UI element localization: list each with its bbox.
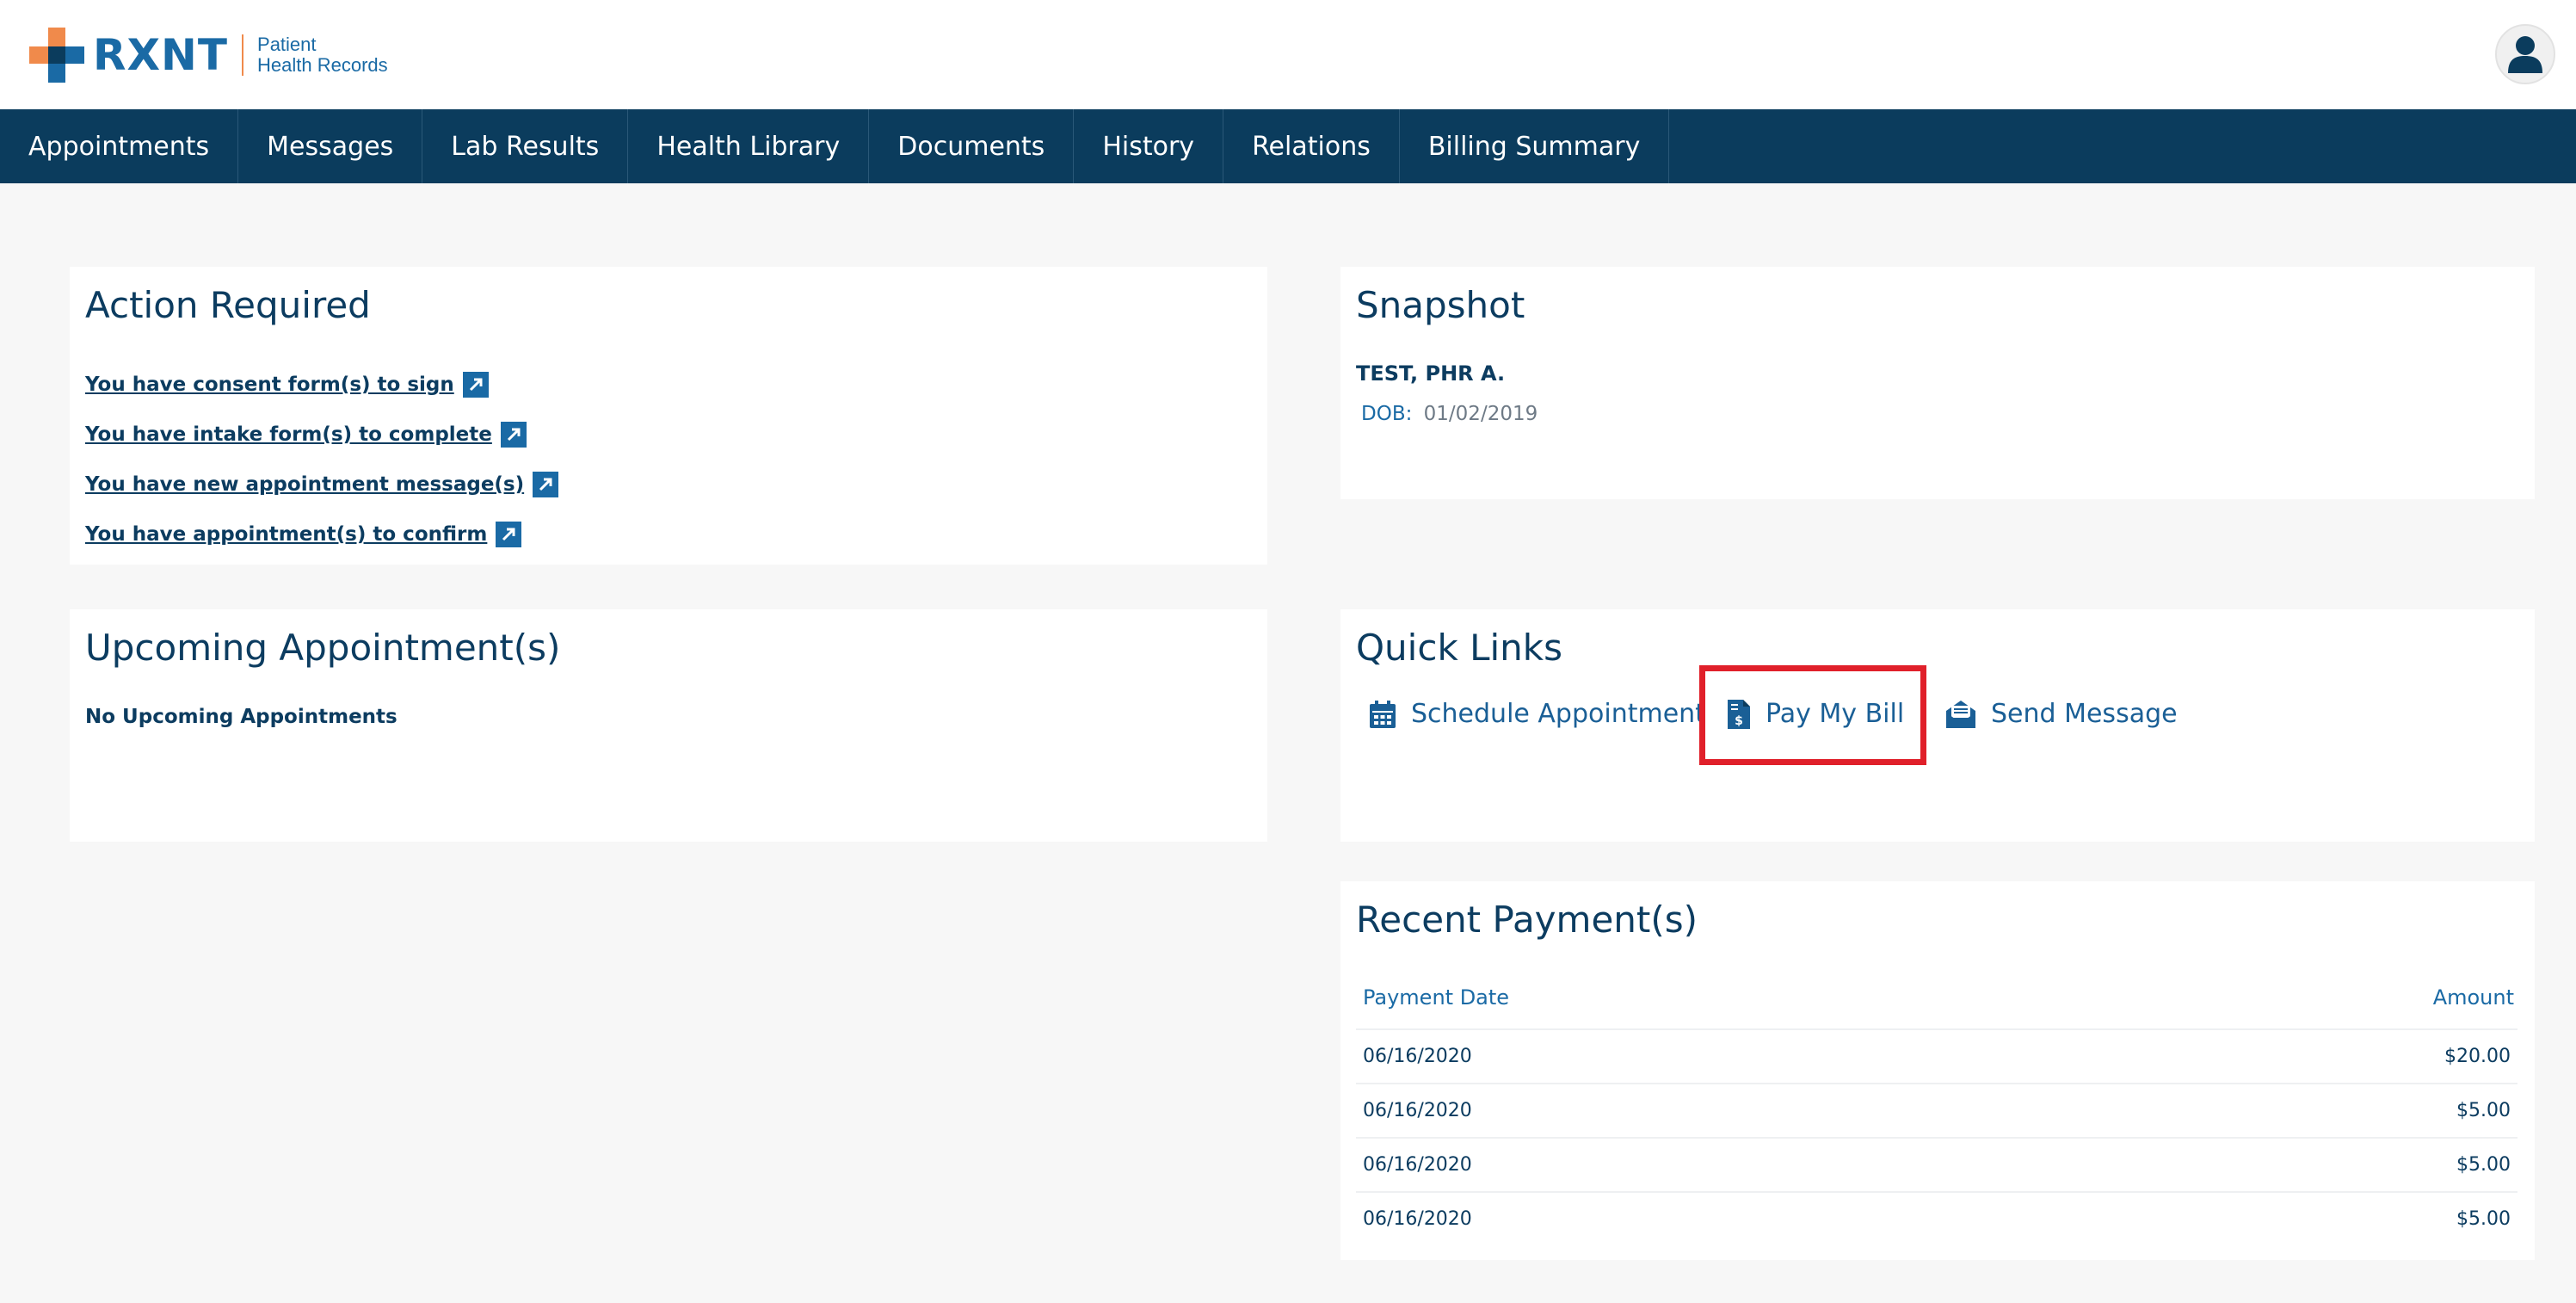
logo-subtitle-line1: Patient [257, 34, 317, 55]
consent-forms-link-label: You have consent form(s) to sign [85, 374, 454, 396]
confirm-appointments-link-label: You have appointment(s) to confirm [85, 523, 488, 546]
logo-subtitle-line2: Health Records [257, 54, 388, 76]
payments-table-header: Payment Date Amount [1363, 985, 2514, 1010]
dob-label: DOB: [1361, 403, 1413, 425]
intake-forms-link-label: You have intake form(s) to complete [85, 423, 492, 446]
no-appointments-text: No Upcoming Appointments [85, 706, 397, 728]
payment-amount-cell: $20.00 [2444, 1046, 2511, 1067]
action-required-title: Action Required [85, 284, 371, 326]
nav-health-library[interactable]: Health Library [628, 109, 870, 183]
invoice-dollar-icon: $ [1728, 699, 1750, 729]
appointment-messages-link[interactable]: You have new appointment message(s) [85, 472, 559, 497]
table-row: 06/16/2020 $5.00 [1356, 1191, 2517, 1245]
nav-history[interactable]: History [1074, 109, 1224, 183]
pay-my-bill-label: Pay My Bill [1766, 699, 1905, 729]
upcoming-appointments-title: Upcoming Appointment(s) [85, 627, 561, 669]
appointment-messages-link-label: You have new appointment message(s) [85, 473, 525, 496]
payment-amount-cell: $5.00 [2456, 1208, 2511, 1230]
payment-date-cell: 06/16/2020 [1363, 1208, 1472, 1230]
nav-relations[interactable]: Relations [1223, 109, 1400, 183]
send-message-link[interactable]: Send Message [1946, 699, 2178, 729]
nav-messages[interactable]: Messages [238, 109, 423, 183]
nav-documents[interactable]: Documents [869, 109, 1075, 183]
intake-forms-link[interactable]: You have intake form(s) to complete [85, 422, 527, 448]
quick-links-title: Quick Links [1356, 627, 1563, 669]
external-link-icon [500, 422, 527, 448]
schedule-appointment-label: Schedule Appointment [1411, 699, 1705, 729]
dob-value: 01/02/2019 [1423, 403, 1538, 425]
patient-dob: DOB: 01/02/2019 [1361, 403, 1538, 425]
main-nav: Appointments Messages Lab Results Health… [0, 109, 2576, 183]
logo-subtitle: Patient Health Records [257, 34, 388, 76]
logo-cross-icon [29, 28, 84, 83]
external-link-icon [496, 522, 522, 547]
table-row: 06/16/2020 $20.00 [1356, 1028, 2517, 1083]
recent-payments-title: Recent Payment(s) [1356, 899, 1698, 941]
rxnt-logo[interactable]: RXNT Patient Health Records [29, 28, 388, 83]
payment-date-column[interactable]: Payment Date [1363, 985, 1509, 1010]
nav-appointments[interactable]: Appointments [0, 109, 239, 183]
external-link-icon [533, 472, 559, 497]
upcoming-appointments-card: Upcoming Appointment(s) No Upcoming Appo… [70, 609, 1267, 842]
app-header: RXNT Patient Health Records [0, 0, 2576, 109]
payment-date-cell: 06/16/2020 [1363, 1154, 1472, 1176]
logo-divider [242, 34, 244, 76]
payment-date-cell: 06/16/2020 [1363, 1100, 1472, 1121]
patient-name: TEST, PHR A. [1356, 361, 1506, 386]
table-row: 06/16/2020 $5.00 [1356, 1083, 2517, 1137]
schedule-appointment-link[interactable]: Schedule Appointment [1370, 699, 1705, 729]
calendar-icon [1370, 700, 1396, 728]
payment-date-cell: 06/16/2020 [1363, 1046, 1472, 1067]
confirm-appointments-link[interactable]: You have appointment(s) to confirm [85, 522, 522, 547]
amount-column[interactable]: Amount [2433, 985, 2514, 1010]
send-message-label: Send Message [1991, 699, 2178, 729]
external-link-icon [462, 372, 489, 398]
pay-my-bill-link[interactable]: $ Pay My Bill [1728, 699, 1904, 729]
payment-amount-cell: $5.00 [2456, 1154, 2511, 1176]
table-row: 06/16/2020 $5.00 [1356, 1137, 2517, 1191]
logo-wordmark: RXNT [93, 30, 229, 80]
user-icon [2508, 36, 2542, 73]
nav-billing-summary[interactable]: Billing Summary [1400, 109, 1670, 183]
user-avatar-button[interactable] [2495, 24, 2555, 84]
snapshot-card: Snapshot TEST, PHR A. DOB: 01/02/2019 [1340, 267, 2535, 499]
nav-lab-results[interactable]: Lab Results [422, 109, 629, 183]
payment-amount-cell: $5.00 [2456, 1100, 2511, 1121]
svg-text:$: $ [1735, 714, 1743, 728]
consent-forms-link[interactable]: You have consent form(s) to sign [85, 372, 489, 398]
action-required-card: Action Required You have consent form(s)… [70, 267, 1267, 565]
envelope-open-icon [1946, 700, 1975, 728]
snapshot-title: Snapshot [1356, 284, 1525, 326]
